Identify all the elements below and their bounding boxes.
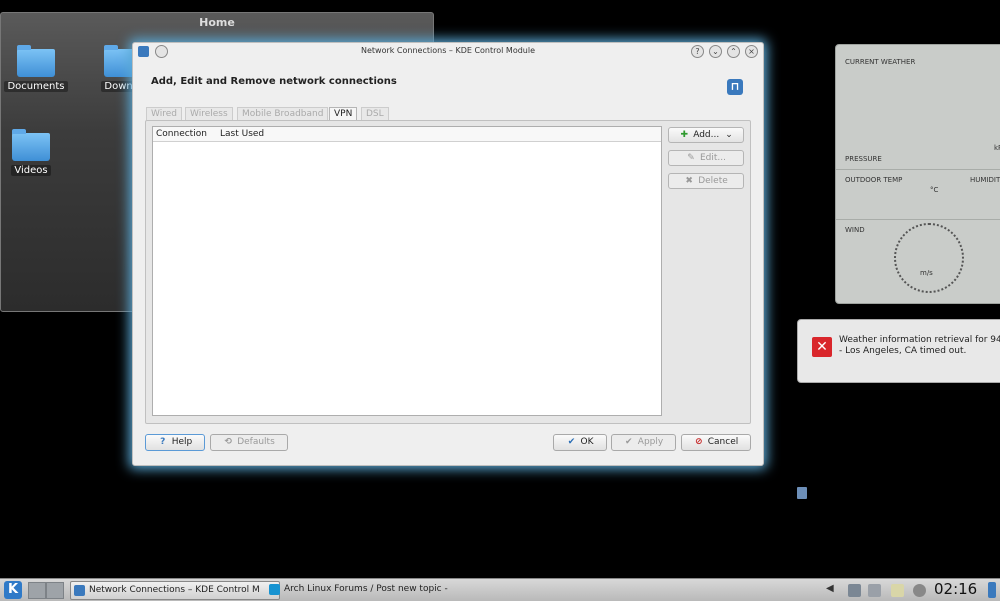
dialog-titlebar[interactable]: Network Connections – KDE Control Module… [133,43,763,59]
column-connection[interactable]: Connection [156,129,207,139]
chevron-down-icon: ⌄ [725,130,733,140]
task-arch-forums[interactable]: Arch Linux Forums / Post new topic - [266,581,464,598]
notification-line-2: - Los Angeles, CA timed out. [839,346,967,356]
info-icon[interactable] [913,584,926,597]
help-button[interactable]: ? Help [145,434,205,451]
cancel-button-label: Cancel [707,437,739,447]
home-window-title: Home [199,16,235,29]
folder-icon [17,45,55,77]
cancel-icon: ⊘ [694,437,703,447]
task-label: Arch Linux Forums / Post new topic - [284,584,448,594]
dialog-header: Add, Edit and Remove network connections [151,76,397,87]
tab-vpn[interactable]: VPN [329,107,358,120]
folder-label: Videos [11,165,51,176]
panel-toolbox-icon[interactable] [988,582,996,598]
desktop-file-icon[interactable] [797,487,807,499]
apply-button-label: Apply [637,437,664,447]
defaults-icon: ⟲ [224,437,232,447]
maximize-icon[interactable]: ⌃ [727,45,740,58]
temp-unit: °C [930,186,939,194]
help-question-icon[interactable]: ? [691,45,704,58]
list-header: Connection Last Used [153,127,661,142]
edit-button-label: Edit... [699,153,726,163]
delete-icon: ✖ [685,176,693,186]
checkmark-icon: ✔ [625,437,633,447]
pressure-unit: kP [994,144,1000,152]
network-icon: ⊓ [727,79,743,95]
kde-menu-icon[interactable]: K [4,581,22,599]
plus-icon: ✚ [680,130,688,140]
ok-button[interactable]: ✔ OK [553,434,607,451]
humidity-label: HUMIDIT [970,176,1000,184]
outdoor-temp-label: OUTDOOR TEMP [845,176,903,184]
apply-button[interactable]: ✔ Apply [611,434,676,451]
pager-desktop-1[interactable] [28,582,46,599]
cancel-button[interactable]: ⊘ Cancel [681,434,751,451]
arch-icon [269,584,280,595]
wind-compass-icon [894,223,964,293]
help-icon: ? [160,437,166,447]
weather-error-notification[interactable]: ✕ Weather information retrieval for 941 … [797,319,1000,383]
volume-icon[interactable] [868,584,881,597]
checkmark-icon: ✔ [567,437,576,447]
pressure-label: PRESSURE [845,155,882,163]
folder-label: Documents [4,81,68,92]
tab-dsl[interactable]: DSL [361,107,389,120]
task-network-connections[interactable]: Network Connections – KDE Control M [70,581,280,600]
close-icon[interactable]: × [745,45,758,58]
help-button-label: Help [171,437,193,447]
tray-arrow-icon[interactable]: ◀ [826,583,834,594]
wind-label: WIND [845,226,865,234]
pager-desktop-2[interactable] [46,582,64,599]
clock[interactable]: 02:16 [934,580,977,598]
add-button-label: Add... [693,130,720,140]
current-weather-label: CURRENT WEATHER [845,58,916,66]
minimize-icon[interactable]: ⌄ [709,45,722,58]
column-last-used[interactable]: Last Used [220,129,264,139]
taskbar: K Network Connections – KDE Control M Ar… [0,578,1000,601]
weather-divider [836,169,1000,170]
delete-button[interactable]: ✖ Delete [668,173,744,189]
weather-divider [836,219,1000,220]
add-button[interactable]: ✚ Add... ⌄ [668,127,744,143]
ok-button-label: OK [580,437,594,447]
network-icon [74,585,85,596]
network-connections-dialog[interactable]: Network Connections – KDE Control Module… [132,42,764,466]
defaults-button[interactable]: ⟲ Defaults [210,434,288,451]
edit-icon: ✎ [687,153,695,163]
delete-button-label: Delete [698,176,728,186]
clipboard-icon[interactable] [891,584,904,597]
folder-documents[interactable]: Documents [0,45,76,92]
folder-icon [12,129,50,161]
tab-wired[interactable]: Wired [146,107,182,120]
weather-widget[interactable]: CURRENT WEATHER kP PRESSURE OUTDOOR TEMP… [835,44,1000,304]
display-icon[interactable] [848,584,861,597]
task-label: Network Connections – KDE Control M [89,585,260,595]
wind-unit: m/s [920,269,933,277]
tab-wireless[interactable]: Wireless [185,107,233,120]
error-icon: ✕ [812,337,832,357]
notification-line-1: Weather information retrieval for 941 [839,335,1000,345]
dialog-title: Network Connections – KDE Control Module [360,46,536,55]
defaults-button-label: Defaults [237,437,275,447]
connections-list[interactable]: Connection Last Used [152,126,662,416]
tab-mobile-broadband[interactable]: Mobile Broadband [237,107,329,120]
folder-videos[interactable]: Videos [0,129,71,176]
edit-button[interactable]: ✎ Edit... [668,150,744,166]
